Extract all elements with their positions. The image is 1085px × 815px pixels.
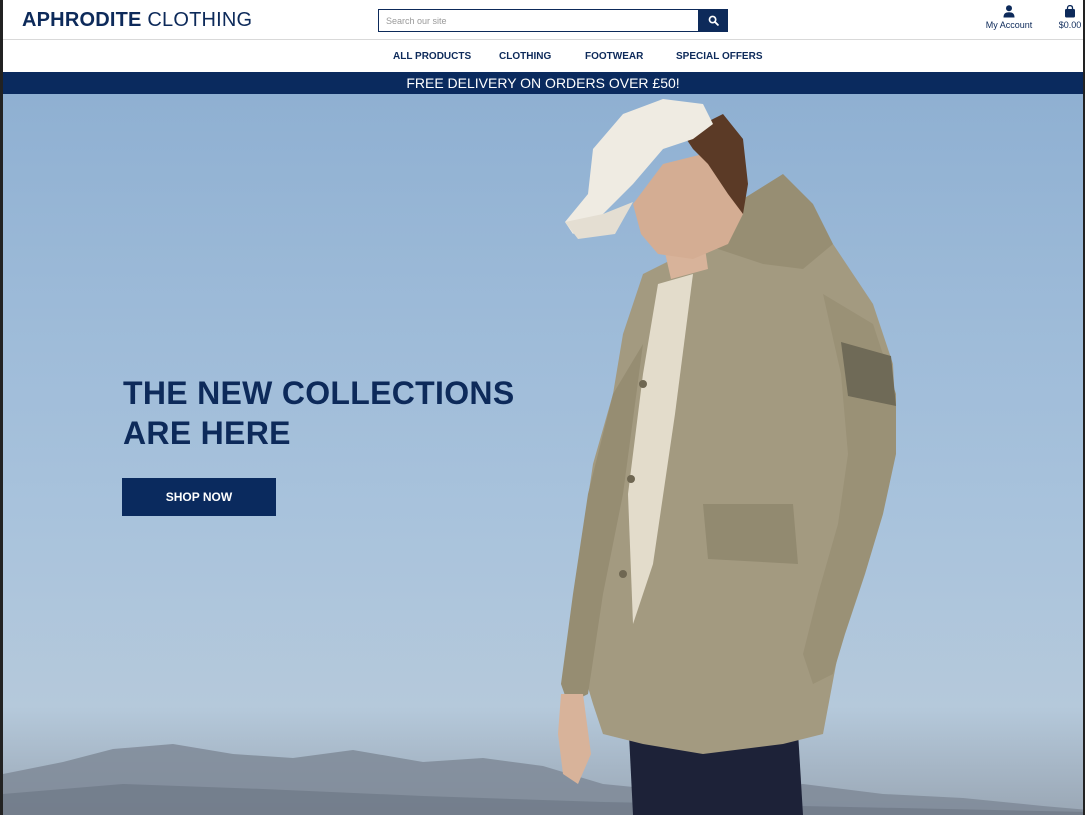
nav-item-footwear[interactable]: FOOTWEAR bbox=[585, 51, 643, 62]
search-input[interactable] bbox=[378, 9, 698, 32]
shopping-bag-link[interactable]: $0.00 bbox=[1055, 5, 1083, 30]
search-icon bbox=[708, 15, 719, 26]
shopping-bag-icon bbox=[1065, 5, 1075, 18]
nav-item-all-products[interactable]: ALL PRODUCTS bbox=[393, 51, 471, 62]
hero-image bbox=[3, 99, 1083, 815]
site-logo[interactable]: APHRODITE CLOTHING bbox=[22, 9, 252, 32]
hero-title-line-1: THE NEW COLLECTIONS bbox=[123, 375, 515, 411]
logo-suffix-text: CLOTHING bbox=[141, 9, 253, 31]
page-frame: APHRODITE CLOTHING My Account bbox=[0, 0, 1085, 815]
search-button[interactable] bbox=[698, 9, 728, 32]
my-account-label: My Account bbox=[985, 20, 1033, 30]
promo-banner: FREE DELIVERY ON ORDERS OVER £50! bbox=[3, 72, 1083, 94]
main-navigation: ALL PRODUCTS CLOTHING FOOTWEAR SPECIAL O… bbox=[3, 40, 1083, 72]
search-form bbox=[378, 9, 728, 32]
shop-now-button[interactable]: SHOP NOW bbox=[122, 478, 276, 516]
logo-brand-text: APHRODITE bbox=[22, 9, 142, 31]
nav-item-special-offers[interactable]: SPECIAL OFFERS bbox=[676, 51, 763, 62]
site-header: APHRODITE CLOTHING My Account bbox=[3, 0, 1083, 40]
user-icon bbox=[1003, 5, 1015, 18]
hero-banner: THE NEW COLLECTIONS ARE HERE SHOP NOW bbox=[3, 94, 1083, 815]
hero-title-line-2: ARE HERE bbox=[123, 415, 291, 451]
my-account-link[interactable]: My Account bbox=[978, 5, 1040, 30]
bag-total: $0.00 bbox=[1058, 20, 1082, 30]
nav-item-clothing[interactable]: CLOTHING bbox=[499, 51, 551, 62]
hero-title: THE NEW COLLECTIONS ARE HERE bbox=[123, 373, 543, 453]
